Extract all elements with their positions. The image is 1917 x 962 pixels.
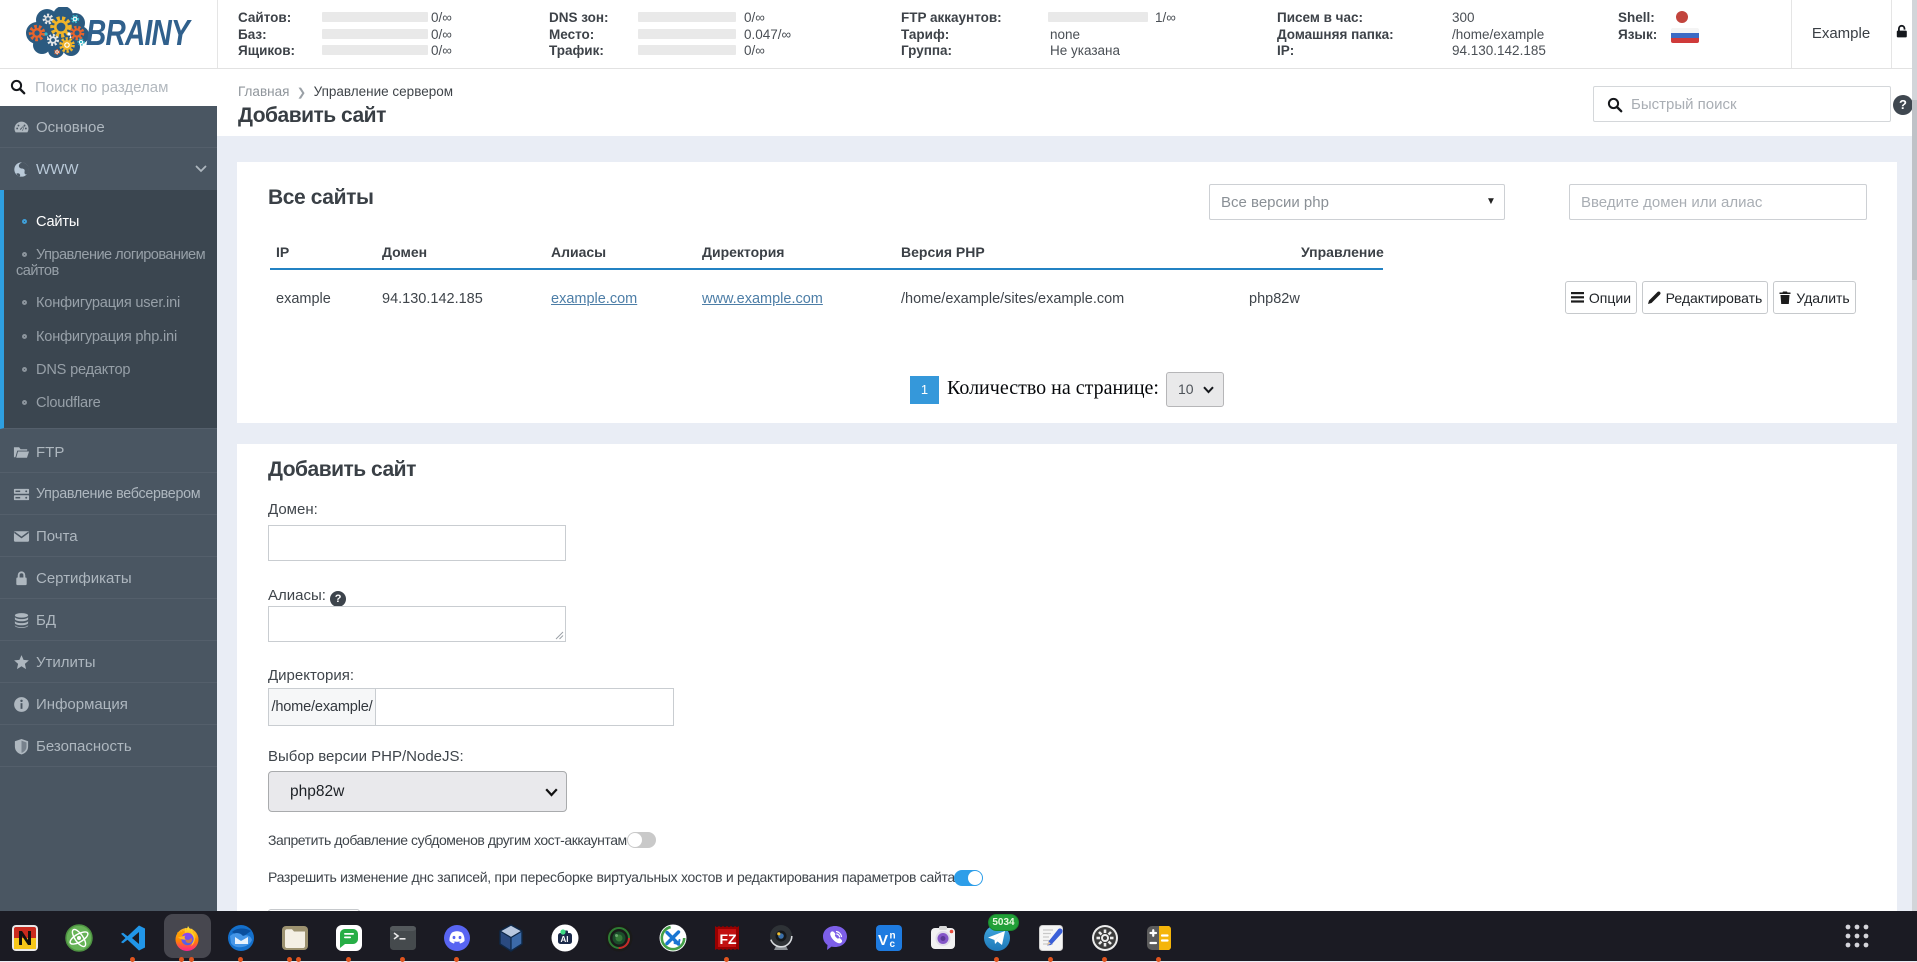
svg-text:c: c [890,939,896,950]
svg-text:AI: AI [561,935,569,944]
svg-text:V: V [878,932,888,949]
svg-text:FZ: FZ [720,931,738,947]
svg-text:BRAINY: BRAINY [86,13,192,53]
